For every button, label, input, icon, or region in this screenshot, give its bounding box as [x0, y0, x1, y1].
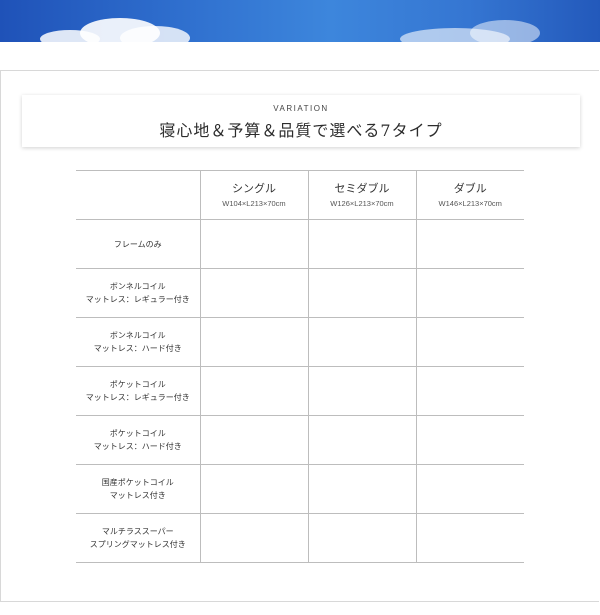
table-cell — [415, 268, 524, 318]
row-label-line1: フレームのみ — [113, 239, 162, 249]
table-row: ボンネルコイルマットレス：ハード付き — [76, 317, 524, 367]
column-name: ダブル — [453, 182, 487, 195]
row-label: ボンネルコイルマットレス：レギュラー付き — [76, 268, 200, 318]
corner-cell — [76, 170, 200, 220]
cloud — [470, 20, 540, 42]
column-header: シングル W104×L213×70cm — [199, 170, 308, 220]
row-label: マルチラススーパースプリングマットレス付き — [76, 513, 200, 563]
section-subtitle: VARIATION — [273, 104, 329, 113]
row-label-line1: 国産ポケットコイル — [101, 478, 174, 487]
table-cell — [415, 513, 524, 563]
column-name: セミダブル — [334, 182, 390, 195]
table-header-row: シングル W104×L213×70cm セミダブル W126×L213×70cm… — [76, 170, 524, 220]
column-header: セミダブル W126×L213×70cm — [307, 170, 416, 220]
row-label-line1: マルチラススーパー — [101, 527, 174, 536]
table-cell — [307, 268, 416, 318]
table-cell — [199, 366, 308, 416]
row-label-line1: ボンネルコイル — [109, 282, 166, 291]
row-label-line2: スプリングマットレス付き — [89, 540, 186, 549]
column-size: W126×L213×70cm — [330, 199, 394, 208]
table-row: ボンネルコイルマットレス：レギュラー付き — [76, 268, 524, 318]
cloud — [120, 26, 190, 42]
table-cell — [199, 317, 308, 367]
row-label-line2: マットレス：ハード付き — [93, 344, 182, 353]
column-size: W146×L213×70cm — [438, 199, 502, 208]
table-row: ポケットコイルマットレス：ハード付き — [76, 415, 524, 465]
row-label-line2: マットレス：レギュラー付き — [85, 393, 190, 402]
table-cell — [307, 513, 416, 563]
table-cell — [307, 219, 416, 269]
row-label: ポケットコイルマットレス：レギュラー付き — [76, 366, 200, 416]
page-title: 寝心地＆予算＆品質で選べる7タイプ — [159, 121, 443, 140]
row-label: フレームのみ — [76, 219, 200, 269]
table-row: 国産ポケットコイル マットレス付き — [76, 464, 524, 514]
sky-banner — [0, 0, 600, 42]
row-label-line1: ボンネルコイル — [109, 331, 166, 340]
table-row: マルチラススーパースプリングマットレス付き — [76, 513, 524, 563]
table-cell — [307, 415, 416, 465]
row-label-line2: マットレス：レギュラー付き — [85, 295, 190, 304]
row-label-line2: マットレス：ハード付き — [93, 442, 182, 451]
table-cell — [199, 464, 308, 514]
table-cell — [307, 464, 416, 514]
table-row: フレームのみ — [76, 219, 524, 269]
table-cell — [415, 317, 524, 367]
table-cell — [199, 268, 308, 318]
table-cell — [199, 415, 308, 465]
table-cell — [307, 317, 416, 367]
column-name: シングル — [232, 182, 276, 195]
row-label: ボンネルコイルマットレス：ハード付き — [76, 317, 200, 367]
table-row: ポケットコイルマットレス：レギュラー付き — [76, 366, 524, 416]
column-header: ダブル W146×L213×70cm — [415, 170, 524, 220]
title-band: VARIATION 寝心地＆予算＆品質で選べる7タイプ — [22, 95, 580, 147]
table-cell — [415, 219, 524, 269]
row-label-line1: ポケットコイル — [109, 380, 166, 389]
row-label-line1: ポケットコイル — [109, 429, 166, 438]
table-cell — [199, 219, 308, 269]
table-cell — [307, 366, 416, 416]
column-size: W104×L213×70cm — [222, 199, 286, 208]
row-label: ポケットコイルマットレス：ハード付き — [76, 415, 200, 465]
table-cell — [415, 464, 524, 514]
table-cell — [415, 366, 524, 416]
row-label-line2: マットレス付き — [109, 491, 166, 500]
table-cell — [199, 513, 308, 563]
table-cell — [415, 415, 524, 465]
variation-table: シングル W104×L213×70cm セミダブル W126×L213×70cm… — [76, 170, 524, 563]
row-label: 国産ポケットコイル マットレス付き — [76, 464, 200, 514]
